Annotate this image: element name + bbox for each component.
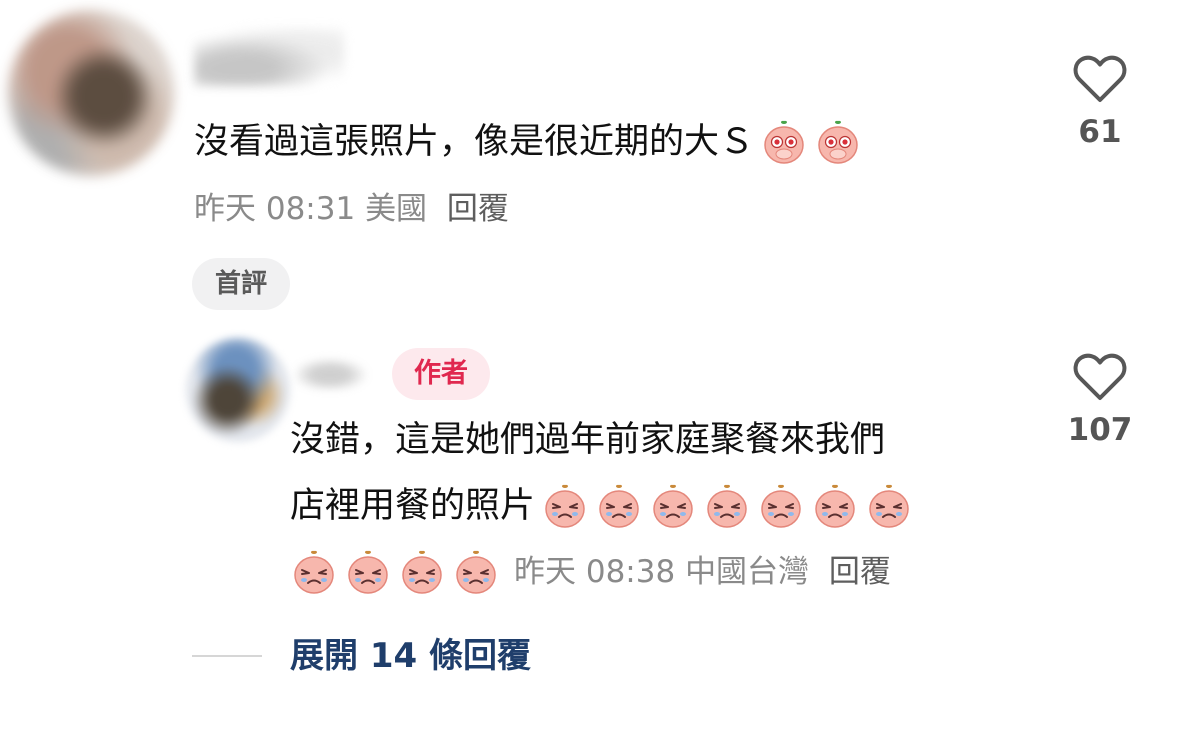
comment-meta: 昨天 08:31 美國 回覆 — [194, 188, 509, 230]
peach-crying-emoji — [344, 548, 392, 596]
heart-icon[interactable] — [1073, 352, 1127, 402]
reply-text-line: 沒錯，這是她們過年前家庭聚餐來我們 — [290, 416, 885, 464]
like-count: 61 — [1078, 114, 1122, 150]
expand-replies-button[interactable]: 展開 14 條回覆 — [290, 632, 531, 680]
author-avatar[interactable] — [186, 338, 290, 442]
peach-crying-emoji — [703, 482, 751, 530]
peach-crying-emoji — [452, 548, 500, 596]
comment-text: 沒看過這張照片，像是很近期的大Ｓ — [194, 118, 862, 166]
commenter-avatar[interactable] — [8, 10, 174, 176]
emoji-row — [535, 482, 913, 530]
comment-body: 沒看過這張照片，像是很近期的大Ｓ — [194, 122, 755, 162]
reply-body-line2: 店裡用餐的照片 — [290, 486, 536, 526]
first-comment-badge: 首評 — [192, 258, 290, 310]
expand-divider — [192, 655, 262, 657]
comment-location: 美國 — [365, 191, 428, 227]
peach-crying-emoji — [290, 548, 338, 596]
peach-crying-emoji — [649, 482, 697, 530]
reply-time: 昨天 08:38 — [514, 554, 676, 590]
peach-crying-emoji — [398, 548, 446, 596]
author-badge: 作者 — [392, 348, 490, 400]
reply-meta: 昨天 08:38 中國台灣 回覆 — [514, 548, 891, 596]
reply-button[interactable]: 回覆 — [829, 554, 891, 590]
reply-body-line1: 沒錯，這是她們過年前家庭聚餐來我們 — [290, 420, 886, 460]
peach-shocked-emoji — [760, 118, 808, 166]
heart-icon[interactable] — [1073, 54, 1127, 104]
peach-shocked-emoji — [814, 118, 862, 166]
comment-time: 昨天 08:31 — [194, 191, 356, 227]
reply-meta-line: 昨天 08:38 中國台灣 回覆 — [290, 548, 891, 596]
like-count: 107 — [1067, 412, 1133, 448]
peach-crying-emoji — [541, 482, 589, 530]
emoji-row — [284, 548, 500, 596]
author-username-blurred[interactable] — [296, 356, 372, 390]
peach-crying-emoji — [757, 482, 805, 530]
peach-crying-emoji — [811, 482, 859, 530]
commenter-username-blurred[interactable] — [194, 28, 344, 86]
reply-location: 中國台灣 — [685, 554, 810, 590]
peach-crying-emoji — [865, 482, 913, 530]
peach-crying-emoji — [595, 482, 643, 530]
reply-text-line: 店裡用餐的照片 — [290, 482, 913, 530]
reply-button[interactable]: 回覆 — [447, 191, 509, 227]
like-control[interactable]: 61 — [1040, 54, 1160, 152]
like-control[interactable]: 107 — [1040, 352, 1160, 450]
